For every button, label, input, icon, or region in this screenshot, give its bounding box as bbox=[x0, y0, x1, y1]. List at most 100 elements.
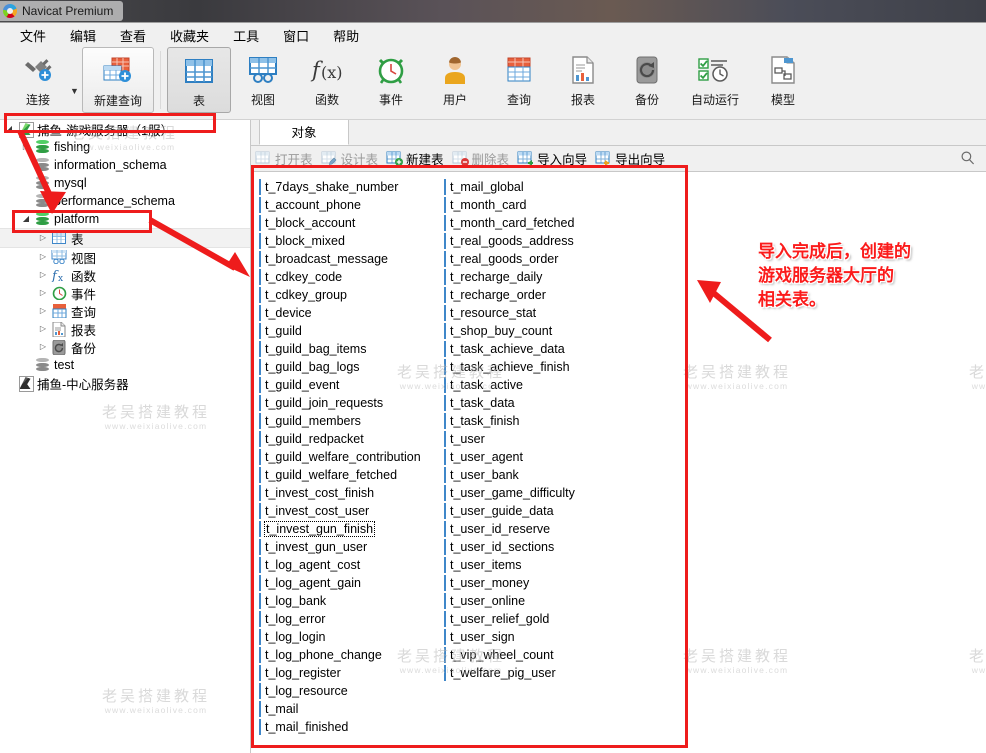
chevron-down-icon[interactable]: ▼ bbox=[70, 86, 82, 96]
table-list-item[interactable]: t_user_online bbox=[444, 592, 629, 610]
table-list[interactable]: t_7days_shake_numbert_account_phonet_blo… bbox=[251, 172, 986, 753]
table-list-item[interactable]: t_guild_bag_items bbox=[259, 340, 444, 358]
table-list-item[interactable]: t_real_goods_address bbox=[444, 232, 629, 250]
tree-node-performance_schema[interactable]: performance_schema bbox=[0, 192, 250, 210]
search-icon[interactable] bbox=[960, 150, 976, 166]
table-list-item[interactable]: t_recharge_order bbox=[444, 286, 629, 304]
ribbon-item-表[interactable]: 表 bbox=[167, 47, 231, 113]
table-list-item[interactable]: t_log_resource bbox=[259, 682, 444, 700]
table-list-item[interactable]: t_real_goods_order bbox=[444, 250, 629, 268]
table-list-item[interactable]: t_user_bank bbox=[444, 466, 629, 484]
ribbon-item-模型[interactable]: 模型 bbox=[751, 47, 815, 113]
table-list-item[interactable]: t_invest_cost_user bbox=[259, 502, 444, 520]
expander-closed-icon[interactable]: ▷ bbox=[36, 271, 50, 279]
tree-node-查询[interactable]: ▷查询 bbox=[0, 302, 250, 320]
table-list-item[interactable]: t_month_card_fetched bbox=[444, 214, 629, 232]
table-list-item[interactable]: t_recharge_daily bbox=[444, 268, 629, 286]
tree-node-捕鱼-游戏服务器（1服）[interactable]: ◢捕鱼-游戏服务器（1服） bbox=[0, 120, 250, 138]
table-list-item[interactable]: t_log_phone_change bbox=[259, 646, 444, 664]
table-list-item[interactable]: t_log_login bbox=[259, 628, 444, 646]
ribbon-item-用户[interactable]: 用户 bbox=[423, 47, 487, 113]
table-list-item[interactable]: t_task_achieve_data bbox=[444, 340, 629, 358]
table-list-item[interactable]: t_user_id_reserve bbox=[444, 520, 629, 538]
expander-closed-icon[interactable]: ▷ bbox=[36, 289, 50, 297]
table-list-item[interactable]: t_log_register bbox=[259, 664, 444, 682]
table-list-item[interactable]: t_log_bank bbox=[259, 592, 444, 610]
table-list-item[interactable]: t_user_items bbox=[444, 556, 629, 574]
table-list-item[interactable]: t_task_finish bbox=[444, 412, 629, 430]
table-list-item[interactable]: t_cdkey_code bbox=[259, 268, 444, 286]
tree-node-表[interactable]: ▷表 bbox=[0, 228, 250, 248]
table-list-item[interactable]: t_log_error bbox=[259, 610, 444, 628]
table-list-item[interactable]: t_task_data bbox=[444, 394, 629, 412]
connection-tree-sidebar[interactable]: ◢捕鱼-游戏服务器（1服）▷fishinginformation_schemam… bbox=[0, 120, 251, 753]
toolbar-设计表[interactable]: 设计表 bbox=[321, 149, 379, 168]
table-list-item[interactable]: t_cdkey_group bbox=[259, 286, 444, 304]
tree-node-报表[interactable]: ▷报表 bbox=[0, 320, 250, 338]
toolbar-新建表[interactable]: 新建表 bbox=[386, 149, 444, 168]
table-list-item[interactable]: t_user_guide_data bbox=[444, 502, 629, 520]
expander-open-icon[interactable]: ◢ bbox=[19, 215, 33, 223]
table-list-item[interactable]: t_block_account bbox=[259, 214, 444, 232]
ribbon-item-函数[interactable]: f (x) 函数 bbox=[295, 47, 359, 113]
tree-node-information_schema[interactable]: information_schema bbox=[0, 156, 250, 174]
table-list-item[interactable]: t_resource_stat bbox=[444, 304, 629, 322]
table-list-item[interactable]: t_guild_welfare_fetched bbox=[259, 466, 444, 484]
table-list-item[interactable]: t_user bbox=[444, 430, 629, 448]
table-list-item[interactable]: t_task_achieve_finish bbox=[444, 358, 629, 376]
expander-closed-icon[interactable]: ▷ bbox=[36, 234, 50, 242]
tree-node-事件[interactable]: ▷事件 bbox=[0, 284, 250, 302]
menu-item-2[interactable]: 查看 bbox=[108, 24, 158, 47]
toolbar-打开表[interactable]: 打开表 bbox=[255, 149, 313, 168]
table-list-item[interactable]: t_user_relief_gold bbox=[444, 610, 629, 628]
table-list-item[interactable]: t_broadcast_message bbox=[259, 250, 444, 268]
menu-item-6[interactable]: 帮助 bbox=[321, 24, 371, 47]
tab-objects[interactable]: 对象 bbox=[259, 120, 349, 145]
table-list-item[interactable]: t_guild_members bbox=[259, 412, 444, 430]
table-list-item[interactable]: t_invest_cost_finish bbox=[259, 484, 444, 502]
table-list-item[interactable]: t_invest_gun_user bbox=[259, 538, 444, 556]
expander-closed-icon[interactable]: ▷ bbox=[36, 343, 50, 351]
tree-node-捕鱼-中心服务器[interactable]: 捕鱼-中心服务器 bbox=[0, 374, 250, 392]
expander-closed-icon[interactable]: ▷ bbox=[19, 143, 33, 151]
table-list-item[interactable]: t_account_phone bbox=[259, 196, 444, 214]
ribbon-item-自动运行[interactable]: 自动运行 bbox=[679, 47, 751, 113]
expander-closed-icon[interactable]: ▷ bbox=[36, 325, 50, 333]
tree-node-fishing[interactable]: ▷fishing bbox=[0, 138, 250, 156]
ribbon-item-连接[interactable]: 连接 bbox=[6, 47, 70, 113]
expander-closed-icon[interactable]: ▷ bbox=[36, 307, 50, 315]
table-list-item[interactable]: t_vip_wheel_count bbox=[444, 646, 629, 664]
ribbon-item-报表[interactable]: 报表 bbox=[551, 47, 615, 113]
ribbon-item-备份[interactable]: 备份 bbox=[615, 47, 679, 113]
ribbon-item-事件[interactable]: 事件 bbox=[359, 47, 423, 113]
table-list-item[interactable]: t_shop_buy_count bbox=[444, 322, 629, 340]
table-list-item[interactable]: t_7days_shake_number bbox=[259, 178, 444, 196]
toolbar-删除表[interactable]: 删除表 bbox=[452, 149, 510, 168]
tree-node-函数[interactable]: ▷fx函数 bbox=[0, 266, 250, 284]
menu-item-5[interactable]: 窗口 bbox=[271, 24, 321, 47]
ribbon-item-视图[interactable]: 视图 bbox=[231, 47, 295, 113]
table-list-item[interactable]: t_log_agent_gain bbox=[259, 574, 444, 592]
menu-item-0[interactable]: 文件 bbox=[8, 24, 58, 47]
table-list-item[interactable]: t_mail_global bbox=[444, 178, 629, 196]
table-list-item[interactable]: t_mail_finished bbox=[259, 718, 444, 736]
table-list-item[interactable]: t_block_mixed bbox=[259, 232, 444, 250]
tree-node-视图[interactable]: ▷视图 bbox=[0, 248, 250, 266]
ribbon-item-新建查询[interactable]: 新建查询 bbox=[82, 47, 154, 113]
table-list-item[interactable]: t_guild_welfare_contribution bbox=[259, 448, 444, 466]
table-list-item[interactable]: t_invest_gun_finish bbox=[259, 520, 444, 538]
tree-node-test[interactable]: test bbox=[0, 356, 250, 374]
menu-item-1[interactable]: 编辑 bbox=[58, 24, 108, 47]
table-list-item[interactable]: t_guild_join_requests bbox=[259, 394, 444, 412]
table-list-item[interactable]: t_task_active bbox=[444, 376, 629, 394]
toolbar-导入向导[interactable]: 导入向导 bbox=[517, 149, 587, 168]
table-list-item[interactable]: t_mail bbox=[259, 700, 444, 718]
ribbon-item-查询[interactable]: 查询 bbox=[487, 47, 551, 113]
menu-item-3[interactable]: 收藏夹 bbox=[158, 24, 221, 47]
table-list-item[interactable]: t_user_id_sections bbox=[444, 538, 629, 556]
expander-closed-icon[interactable]: ▷ bbox=[36, 253, 50, 261]
table-list-item[interactable]: t_guild_redpacket bbox=[259, 430, 444, 448]
toolbar-导出向导[interactable]: 导出向导 bbox=[595, 149, 665, 168]
table-list-item[interactable]: t_month_card bbox=[444, 196, 629, 214]
tree-node-备份[interactable]: ▷备份 bbox=[0, 338, 250, 356]
